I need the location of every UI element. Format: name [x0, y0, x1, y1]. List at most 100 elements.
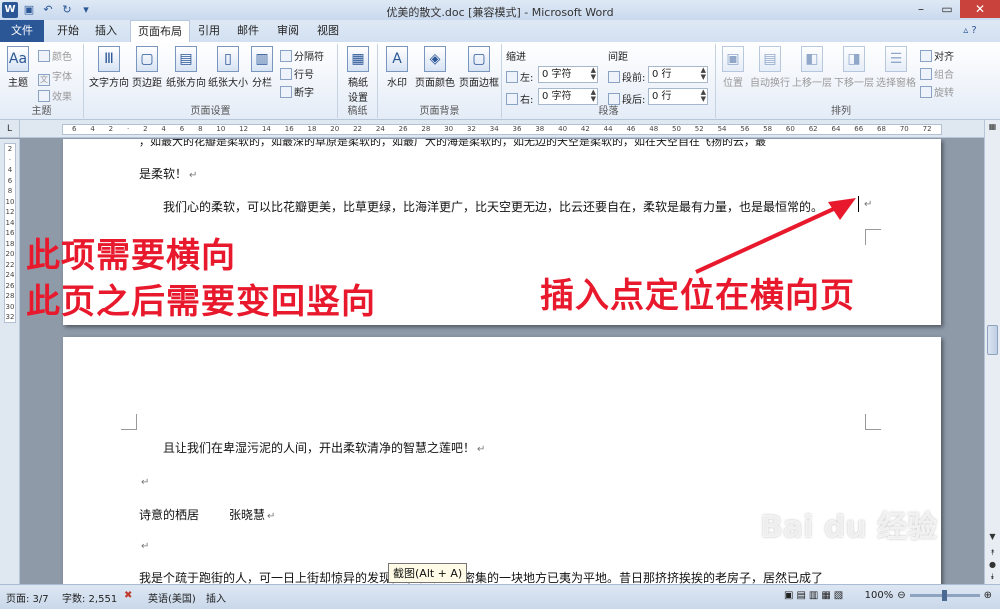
- ruler-number: 38: [535, 125, 545, 133]
- tab-references[interactable]: 引用: [194, 20, 224, 42]
- portrait-page[interactable]: 且让我们在卑湿污泥的人间，开出柔软清净的智慧之莲吧！ ↵ ↵ 诗意的栖居 张晓慧 ↵ …: [63, 337, 941, 584]
- page-color-button[interactable]: ◈ 页面颜色: [414, 46, 456, 89]
- scrollbar-thumb[interactable]: [987, 325, 998, 355]
- orientation-button[interactable]: ▤ 纸张方向: [166, 46, 206, 89]
- ribbon-help-icons[interactable]: ▵ ?: [940, 20, 1000, 42]
- breaks-button[interactable]: 分隔符: [280, 48, 324, 63]
- position-button[interactable]: ▣ 位置: [718, 46, 748, 89]
- palette-icon: [38, 50, 50, 62]
- theme-fonts-button[interactable]: 文字体: [38, 68, 72, 86]
- rotate-button[interactable]: 旋转: [920, 84, 954, 99]
- theme-effects-button[interactable]: 效果: [38, 88, 72, 103]
- text-line[interactable]: 且让我们在卑湿污泥的人间，开出柔软清净的智慧之莲吧！ ↵: [163, 439, 485, 456]
- tab-insert[interactable]: 插入: [88, 20, 124, 42]
- ruler-number: 22: [353, 125, 362, 133]
- ruler-number: 66: [854, 125, 864, 133]
- zoom-in-icon[interactable]: ⊕: [984, 590, 992, 601]
- tab-selector[interactable]: L: [0, 120, 20, 138]
- align-button[interactable]: 对齐: [920, 48, 954, 63]
- previous-page-icon[interactable]: ⯭: [985, 548, 1000, 558]
- selection-pane-button[interactable]: ☰ 选择窗格: [876, 46, 916, 89]
- wrap-text-button[interactable]: ▤ 自动换行: [750, 46, 790, 89]
- text-line[interactable]: 诗意的栖居 张晓慧 ↵: [139, 506, 275, 523]
- ruler-number: 14: [5, 218, 15, 227]
- page-color-icon: ◈: [424, 46, 446, 72]
- language-indicator[interactable]: 英语(美国): [148, 590, 196, 605]
- text-line[interactable]: 是柔软！ ↵: [139, 165, 197, 182]
- ruler-number: 40: [558, 125, 568, 133]
- draft-setup-button[interactable]: ▦ 稿纸 设置: [344, 46, 372, 104]
- tab-file[interactable]: 文件: [0, 20, 44, 42]
- ruler-number: 64: [831, 125, 841, 133]
- line-numbers-button[interactable]: 行号: [280, 66, 314, 81]
- ruler-number: 4: [161, 125, 166, 133]
- group-label-page-background: 页面背景: [419, 106, 460, 117]
- tab-home[interactable]: 开始: [50, 20, 86, 42]
- margins-button[interactable]: ▢ 页边距: [130, 46, 164, 89]
- word-count[interactable]: 字数: 2,551: [62, 590, 117, 605]
- effects-icon: [38, 90, 50, 102]
- ruler-number: 30: [444, 125, 454, 133]
- zoom-slider-knob[interactable]: [941, 590, 947, 601]
- columns-icon: ▥: [251, 46, 273, 72]
- group-label-arrange: 排列: [831, 106, 851, 117]
- theme-colors-button[interactable]: 颜色: [38, 48, 72, 63]
- spin-arrows-icon[interactable]: ▲ ▼: [591, 67, 596, 81]
- ruler-number: 8: [198, 125, 203, 133]
- size-button[interactable]: ▯ 纸张大小: [208, 46, 248, 89]
- indent-left-input[interactable]: 0 字符 ▲ ▼: [538, 66, 598, 83]
- bring-forward-button[interactable]: ◧ 上移一层: [792, 46, 832, 89]
- horizontal-ruler[interactable]: L 6 4 2 · 2 4 6 8 10 12 14 16 18 20 22 24 26 28 30 32 34 36 38…: [0, 120, 1000, 138]
- scroll-down-icon[interactable]: ▼: [985, 532, 1000, 541]
- ruler-number: 6: [179, 125, 185, 133]
- spin-arrows-icon[interactable]: ▲ ▼: [701, 67, 706, 81]
- next-page-icon[interactable]: ⯯: [985, 572, 1000, 582]
- close-icon[interactable]: ✕: [960, 0, 1000, 18]
- zoom-control[interactable]: 100% ⊖ ⊕: [865, 590, 992, 601]
- annotation-portrait-note: 此页之后需要变回竖向: [26, 282, 376, 322]
- ruler-number: 14: [261, 125, 271, 133]
- tab-page-layout[interactable]: 页面布局: [130, 20, 190, 42]
- vertical-scrollbar[interactable]: ▦ ▼ ⯭ ● ⯯: [984, 120, 1000, 584]
- indent-left-icon: [506, 71, 518, 83]
- ruler-number: 68: [877, 125, 886, 133]
- tab-view[interactable]: 视图: [313, 20, 343, 42]
- ruler-toggle-icon[interactable]: ▦: [985, 122, 1000, 131]
- zoom-out-icon[interactable]: ⊖: [897, 590, 905, 601]
- ruler-number: 6: [7, 176, 13, 185]
- group-objects-button[interactable]: 组合: [920, 66, 954, 81]
- ruler-number: 12: [5, 208, 15, 216]
- themes-button[interactable]: Aa 主题: [4, 46, 32, 89]
- title-bar: W ▣ ↶ ↻ ▾ 优美的散文.doc [兼容模式] - Microsoft W…: [0, 0, 1000, 20]
- tab-review[interactable]: 审阅: [273, 20, 303, 42]
- proofing-icon[interactable]: ✖: [124, 590, 132, 601]
- vertical-ruler[interactable]: 2 · 4 6 8 10 12 14 16 18 20 22 24 26 28 30 32: [0, 139, 20, 584]
- tab-mailings[interactable]: 邮件: [233, 20, 263, 42]
- page-borders-button[interactable]: ▢ 页面边框: [458, 46, 500, 89]
- watermark-button[interactable]: A 水印: [382, 46, 412, 89]
- minimize-icon[interactable]: –: [908, 0, 934, 18]
- ruler-number: 10: [5, 197, 15, 206]
- columns-button[interactable]: ▥ 分栏: [250, 46, 274, 89]
- ruler-number: 36: [512, 125, 522, 133]
- ruler-number: 20: [5, 250, 15, 258]
- zoom-slider[interactable]: [909, 590, 980, 601]
- ruler-number: 72: [922, 125, 932, 133]
- spin-arrows-icon[interactable]: ▲ ▼: [591, 89, 596, 103]
- text-line[interactable]: 我是个疏于跑街的人，可一日上街却惊异的发现，原来那里巷密集的一块地方已夷为平地。…: [139, 569, 823, 584]
- align-icon: [920, 50, 932, 62]
- page-count[interactable]: 页面: 3/7: [6, 590, 49, 605]
- baidu-watermark: Bai du 经验: [760, 510, 938, 545]
- zoom-level[interactable]: 100%: [865, 590, 894, 601]
- send-backward-button[interactable]: ◨ 下移一层: [834, 46, 874, 89]
- insert-mode[interactable]: 插入: [206, 590, 226, 605]
- spin-arrows-icon[interactable]: ▲ ▼: [701, 89, 706, 103]
- ruler-number: 16: [284, 125, 294, 133]
- spacing-before-input[interactable]: 0 行 ▲ ▼: [648, 66, 708, 83]
- hyphenation-button[interactable]: 断字: [280, 84, 314, 99]
- text-line[interactable]: ，如最大的花瓣是柔软的，如最深的草原是柔软的，如最广大的海是柔软的，如无边的天空…: [139, 139, 766, 149]
- maximize-icon[interactable]: ▭: [934, 0, 960, 18]
- view-buttons[interactable]: ▣▤▥▦▧: [784, 590, 846, 601]
- browse-object-icon[interactable]: ●: [985, 560, 1000, 569]
- text-direction-button[interactable]: Ⅲ 文字方向: [88, 46, 130, 89]
